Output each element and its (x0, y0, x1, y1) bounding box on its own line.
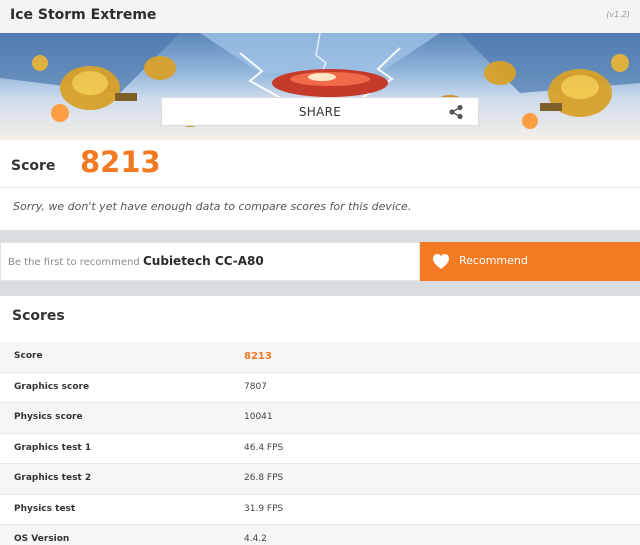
score-label: Score (11, 158, 56, 174)
device-name: Cubietech CC-A80 (143, 254, 264, 268)
row-value: 7807 (244, 381, 267, 392)
row-label: Physics test (14, 503, 76, 514)
table-row: Physics score 10041 (0, 403, 640, 434)
row-value: 46.4 FPS (244, 442, 284, 453)
recommend-button[interactable]: Recommend (420, 242, 640, 281)
score-panel: Score 8213 Sorry, we don't yet have enou… (0, 140, 640, 230)
recommend-hint: Be the first to recommend (8, 257, 140, 268)
row-label: Score (14, 351, 43, 361)
row-value: 26.8 FPS (244, 473, 284, 483)
table-row: Graphics score 7807 (0, 373, 640, 403)
recommend-bar: Be the first to recommend Cubietech CC-A… (0, 242, 640, 281)
title-bar: Ice Storm Extreme (v1.2) (0, 0, 640, 34)
heart-icon (432, 253, 450, 270)
table-row: Graphics test 2 26.8 FPS (0, 464, 640, 495)
row-value: 4.4.2 (244, 534, 267, 544)
share-button-label: SHARE (298, 105, 342, 119)
version-label: (v1.2) (606, 10, 630, 19)
page-title: Ice Storm Extreme (10, 7, 157, 23)
recommend-info: Be the first to recommend Cubietech CC-A… (0, 242, 420, 281)
row-label: Graphics score (14, 381, 90, 392)
recommend-button-label: Recommend (459, 254, 528, 267)
table-row: Score 8213 (0, 342, 640, 373)
row-value: 31.9 FPS (244, 503, 284, 514)
row-value: 10041 (244, 412, 273, 422)
comparison-message: Sorry, we don't yet have enough data to … (13, 200, 412, 213)
scores-heading: Scores (12, 308, 65, 324)
row-label: Graphics test 1 (14, 442, 92, 453)
table-row: Graphics test 1 46.4 FPS (0, 434, 640, 464)
table-row: OS Version 4.4.2 (0, 525, 640, 545)
row-label: Graphics test 2 (14, 473, 92, 483)
divider (0, 187, 640, 188)
row-value: 8213 (244, 351, 272, 362)
share-button[interactable]: SHARE (161, 97, 479, 126)
table-row: Physics test 31.9 FPS (0, 495, 640, 525)
share-icon (448, 104, 464, 120)
row-label: OS Version (14, 534, 70, 544)
scores-panel: Scores Score 8213 Graphics score 7807 Ph… (0, 296, 640, 545)
row-label: Physics score (14, 412, 83, 422)
scores-table: Score 8213 Graphics score 7807 Physics s… (0, 342, 640, 545)
score-value: 8213 (80, 145, 161, 179)
